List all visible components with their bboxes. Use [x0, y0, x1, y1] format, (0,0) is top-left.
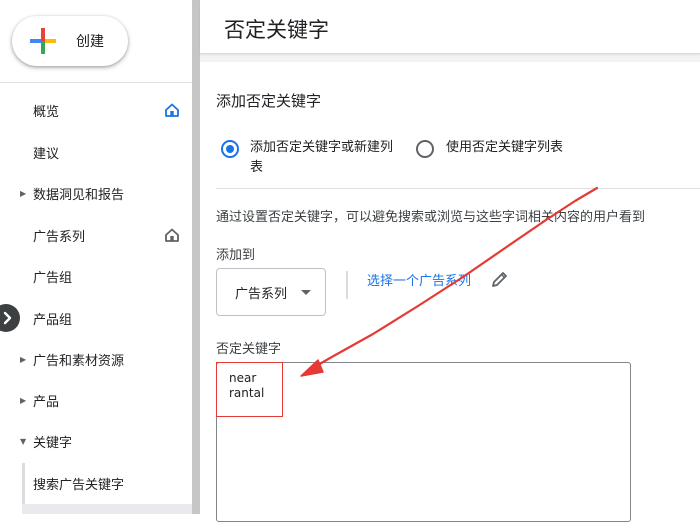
form-title: 添加否定关键字 — [216, 92, 322, 110]
sidebar-item-insights-reports[interactable]: ▶ 数据洞见和报告 — [0, 173, 192, 213]
add-to-dropdown-value: 广告系列 — [235, 286, 288, 302]
sidebar-item-label: 搜索广告关键字 — [33, 477, 125, 493]
sidebar-item-ads-assets[interactable]: ▶ 广告和素材资源 — [0, 339, 192, 379]
vertical-separator — [346, 271, 348, 299]
caret-right-icon: ▶ — [20, 188, 27, 198]
create-button-label: 创建 — [76, 34, 104, 50]
sidebar-item-active-highlight[interactable] — [22, 504, 192, 514]
google-plus-icon — [30, 28, 56, 54]
sidebar-item-label: 产品组 — [33, 312, 73, 328]
sidebar-item-product-groups[interactable]: 产品组 — [0, 298, 192, 338]
caret-down-icon: ▼ — [20, 436, 27, 446]
radio-use-keyword-list-label[interactable]: 使用否定关键字列表 — [446, 138, 563, 158]
sidebar-divider — [0, 82, 192, 83]
sidebar-item-label: 关键字 — [33, 435, 73, 451]
sidebar-item-label: 建议 — [33, 146, 60, 162]
sidebar-item-label: 广告和素材资源 — [33, 353, 125, 369]
sidebar-item-label: 广告组 — [33, 270, 73, 286]
sidebar-scrollbar[interactable] — [192, 0, 200, 514]
negative-keywords-label: 否定关键字 — [216, 342, 282, 357]
sidebar-item-recommendations[interactable]: 建议 — [0, 132, 192, 172]
main-content: 否定关键字 添加否定关键字 添加否定关键字或新建列 表 使用否定关键字列表 通过… — [200, 0, 700, 522]
caret-right-icon: ▶ — [20, 395, 27, 405]
radio-label-line: 添加否定关键字或新建列 — [250, 140, 394, 155]
form-description: 通过设置否定关键字，可以避免搜索或浏览与这些字词相关内容的用户看到 — [216, 210, 646, 225]
radio-add-new-keywords-label[interactable]: 添加否定关键字或新建列 表 — [250, 138, 393, 178]
dropdown-arrow-icon — [301, 290, 311, 295]
choose-campaign-link[interactable]: 选择一个广告系列 — [367, 270, 471, 289]
sidebar-item-keywords[interactable]: ▼ 关键字 — [0, 421, 192, 461]
negative-keyword-form: 添加否定关键字 添加否定关键字或新建列 表 使用否定关键字列表 通过设置否定关键… — [200, 62, 700, 522]
add-to-dropdown[interactable]: 广告系列 — [216, 268, 326, 316]
sidebar-item-label: 广告系列 — [33, 229, 86, 245]
home-icon — [165, 228, 179, 242]
radio-add-new-keywords[interactable] — [221, 140, 239, 158]
section-divider — [216, 188, 700, 189]
caret-right-icon: ▶ — [20, 354, 27, 364]
keyword-entry: near — [229, 371, 257, 385]
keyword-entry: rantal — [229, 386, 265, 400]
sidebar-item-search-keywords[interactable]: 搜索广告关键字 — [0, 463, 192, 503]
pencil-icon[interactable] — [490, 269, 510, 289]
sidebar-item-products[interactable]: ▶ 产品 — [0, 380, 192, 420]
page-title: 否定关键字 — [224, 18, 329, 42]
annotation-highlight-box — [216, 362, 283, 417]
sidebar-item-overview[interactable]: 概览 — [0, 90, 192, 130]
sidebar-item-label: 产品 — [33, 394, 60, 410]
page-header: 否定关键字 — [200, 0, 700, 54]
chevron-right-icon — [3, 311, 12, 325]
radio-label-line: 表 — [250, 160, 264, 175]
sidebar: 创建 概览 建议 ▶ 数据洞见和报告 广告系列 广告组 产品组 ▶ 广告和素材资… — [0, 0, 192, 514]
create-button[interactable]: 创建 — [12, 16, 128, 66]
radio-use-keyword-list[interactable] — [416, 140, 434, 158]
sidebar-item-campaigns[interactable]: 广告系列 — [0, 215, 192, 255]
home-icon — [165, 103, 179, 117]
sidebar-item-ad-groups[interactable]: 广告组 — [0, 256, 192, 296]
sidebar-item-label: 概览 — [33, 104, 60, 120]
sidebar-item-label: 数据洞见和报告 — [33, 187, 125, 203]
add-to-label: 添加到 — [216, 248, 256, 263]
